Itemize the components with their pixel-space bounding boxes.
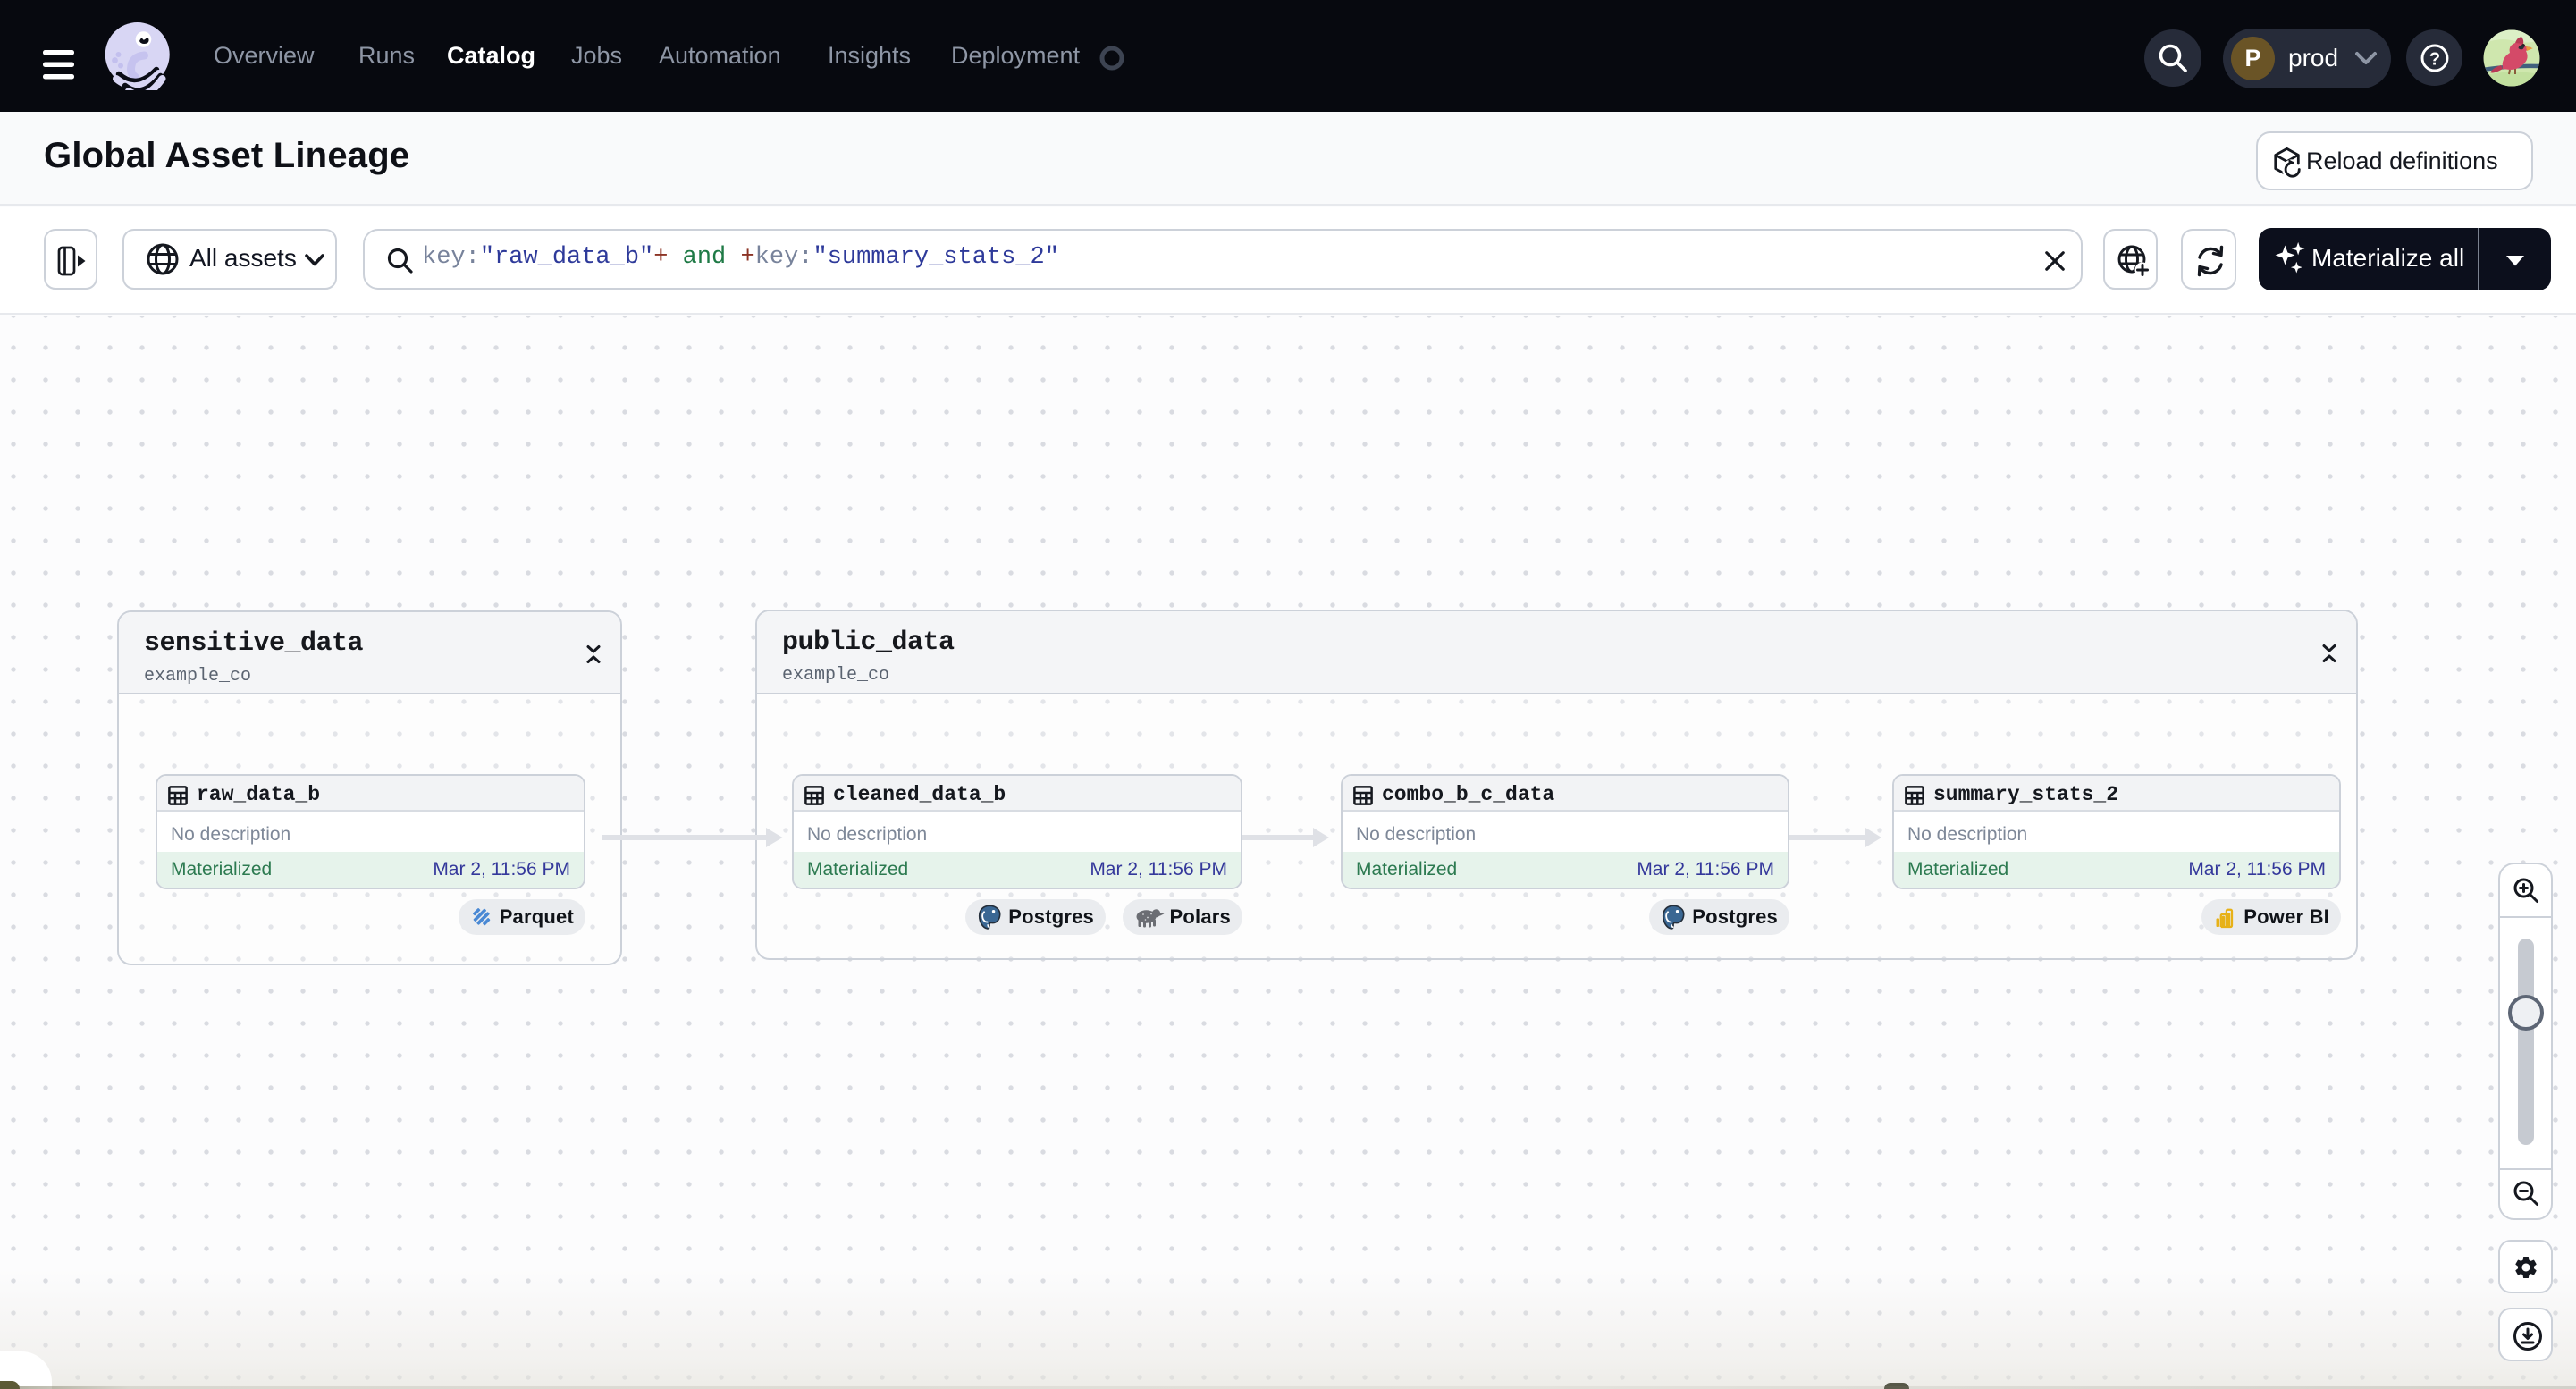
svg-text:?: ? <box>2429 50 2440 70</box>
